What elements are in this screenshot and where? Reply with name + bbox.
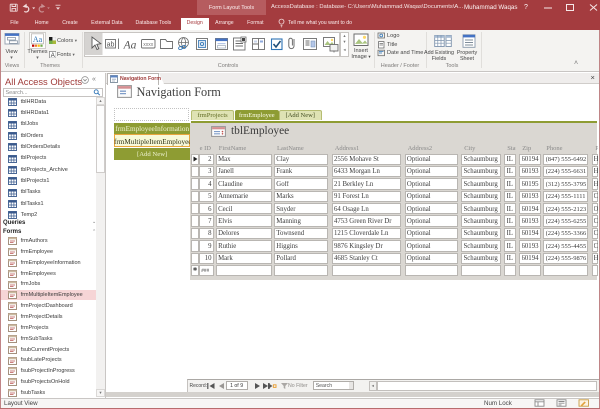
svg-text:Aa: Aa	[123, 40, 137, 52]
svg-text:xxxx: xxxx	[143, 42, 154, 48]
svg-text:Aa: Aa	[33, 34, 43, 43]
svg-text:A: A	[50, 53, 54, 59]
svg-text:ab: ab	[107, 42, 115, 49]
